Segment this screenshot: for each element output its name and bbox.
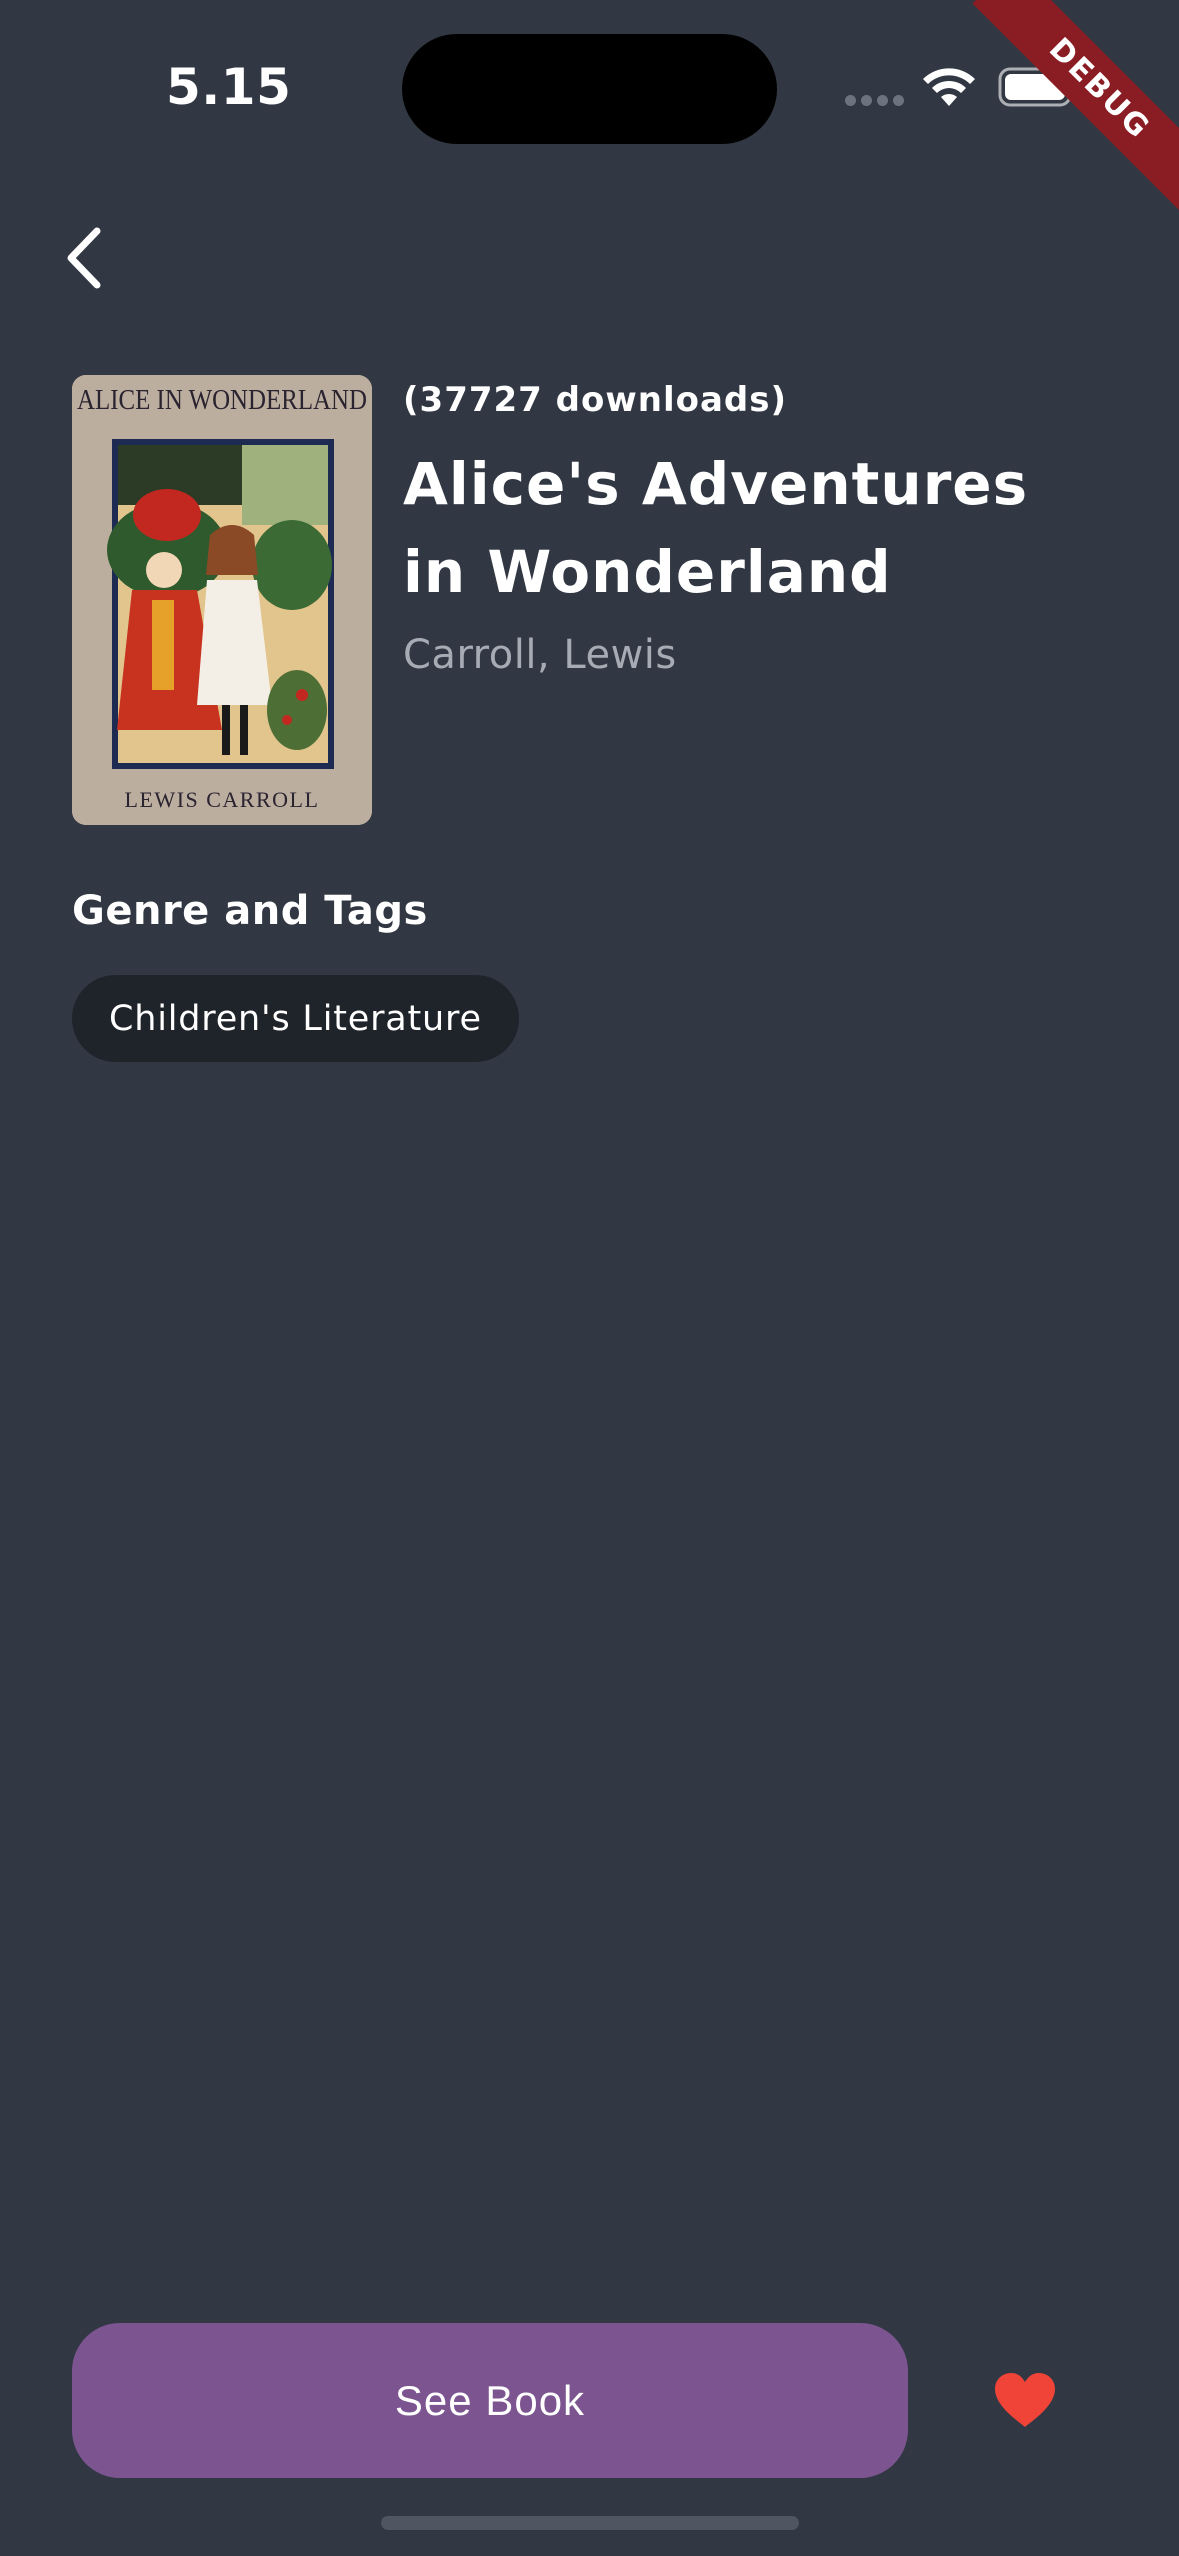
book-author: Carroll, Lewis: [403, 632, 677, 678]
home-indicator: [381, 2516, 799, 2530]
status-time: 5.15: [166, 58, 292, 116]
download-count: (37727 downloads): [403, 380, 788, 420]
chevron-left-icon: [67, 227, 101, 289]
svg-text:ALICE IN WONDERLAND: ALICE IN WONDERLAND: [77, 384, 367, 416]
dynamic-island: [402, 34, 777, 144]
favorite-button[interactable]: [980, 2355, 1070, 2445]
back-button[interactable]: [50, 218, 120, 298]
book-title: Alice's Adventures in Wonderland: [403, 450, 1029, 606]
tag-chip[interactable]: Children's Literature: [72, 975, 519, 1062]
see-book-button[interactable]: See Book: [72, 2323, 908, 2478]
genre-section-heading: Genre and Tags: [72, 888, 428, 934]
heart-icon: [995, 2373, 1055, 2427]
svg-text:LEWIS CARROLL: LEWIS CARROLL: [125, 787, 320, 812]
book-cover-image: ALICE IN WONDERLAND LEWIS CARROLL: [72, 375, 372, 825]
cellular-signal-icon: [845, 95, 904, 106]
wifi-icon: [923, 68, 975, 106]
book-detail-screen: 5.15 DEBUG ALICE IN WONDERLAND LEWIS CAR…: [0, 0, 1179, 2556]
